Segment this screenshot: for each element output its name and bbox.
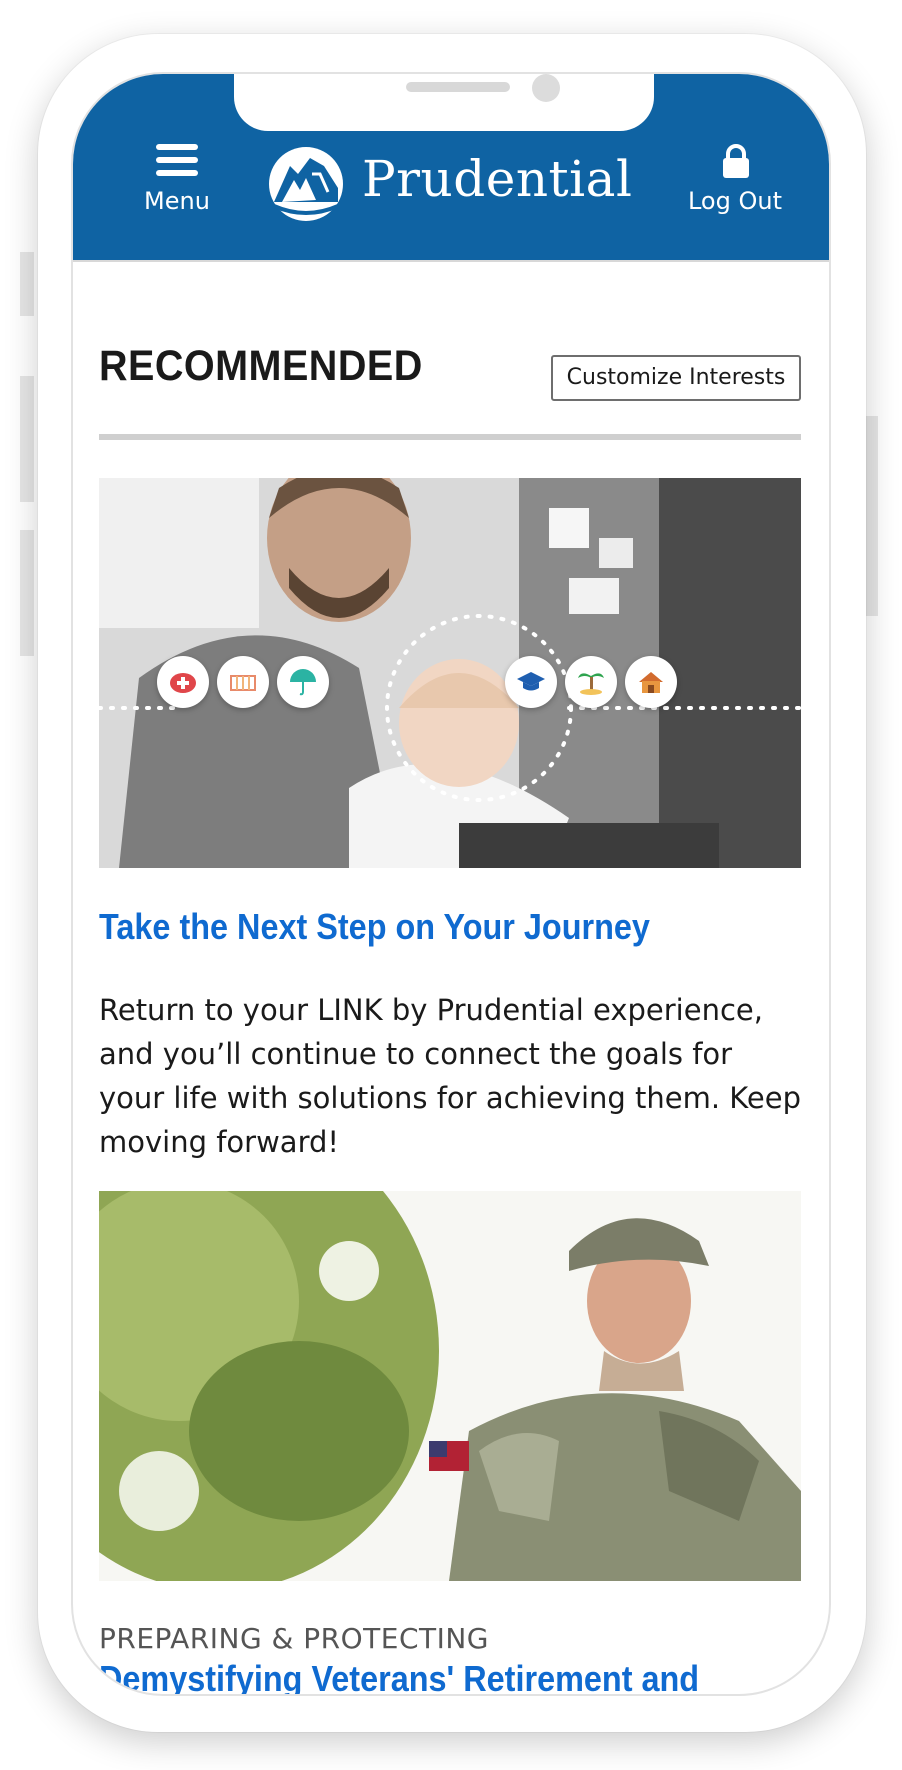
smiling-soldier-photo[interactable] [99,1191,801,1581]
menu-label: Menu [144,187,210,215]
umbrella-icon [277,656,329,708]
lock-icon [723,144,749,178]
card-body-next-step: Return to your LINK by Prudential experi… [99,993,801,1159]
logout-label: Log Out [687,187,782,215]
palm-tree-icon [565,656,617,708]
phone-screen: Menu Prudential Log Out RECOMMENDED Cust… [71,72,831,1696]
house-icon [625,656,677,708]
phone-notch [234,74,654,131]
soldier-illustration [99,1191,801,1581]
customize-interests-button[interactable]: Customize Interests [551,355,801,401]
graduation-cap-icon [505,656,557,708]
logo-text: Prudential [362,150,633,208]
rock-of-gibraltar-icon [269,147,343,221]
speaker [406,82,510,92]
card-title-next-step[interactable]: Take the Next Step on Your Journey [99,906,650,948]
hamburger-icon [156,144,198,176]
menu-button[interactable]: Menu [117,144,237,230]
father-and-baby-at-laptop-photo[interactable] [99,478,801,868]
card-title-veterans-benefits[interactable]: Demystifying Veterans' Retirement and Me… [99,1656,801,1694]
phone-frame: Menu Prudential Log Out RECOMMENDED Cust… [38,34,866,1732]
crib-icon [217,656,269,708]
prudential-logo[interactable]: Prudential [266,144,632,224]
front-camera [532,74,560,102]
piggy-bank-icon [157,656,209,708]
section-title: RECOMMENDED [99,342,423,390]
divider [99,434,801,440]
card-eyebrow: PREPARING & PROTECTING [99,1622,489,1655]
logout-button[interactable]: Log Out [668,144,802,230]
